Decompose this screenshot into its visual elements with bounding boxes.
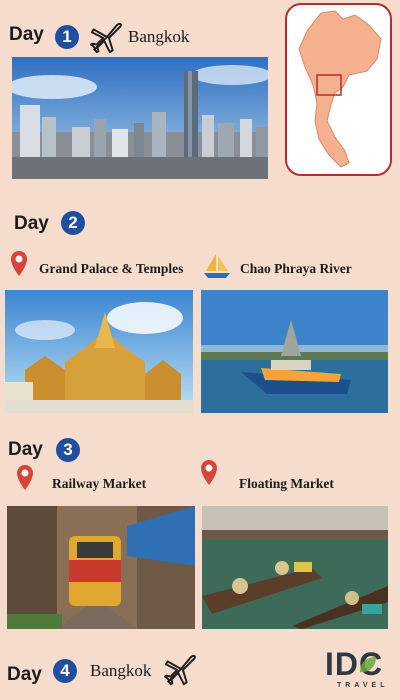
bangkok-skyline-photo — [12, 57, 268, 179]
logo-subtitle: TRAVEL — [337, 682, 389, 689]
railway-market-label: Railway Market — [52, 476, 147, 491]
grand-palace-label: Grand Palace & Temples — [39, 261, 184, 276]
airplane-icon — [88, 18, 126, 56]
day-4-city: Bangkok — [90, 661, 152, 680]
day-2-number-badge: 2 — [61, 211, 85, 235]
grand-palace-photo — [5, 290, 193, 413]
logo-leaf-icon — [360, 657, 376, 673]
day-1-city: Bangkok — [128, 27, 190, 46]
location-pin-icon — [10, 250, 28, 280]
day-4-label: Day — [7, 664, 42, 685]
day-3-label: Day — [8, 439, 43, 460]
day-1-number-badge: 1 — [55, 25, 79, 49]
idc-travel-logo: IDC TRAVEL — [323, 648, 395, 692]
day-4-number-badge: 4 — [53, 659, 77, 683]
day-3-number-badge: 3 — [56, 438, 80, 462]
airplane-icon — [162, 650, 200, 688]
sailboat-icon — [202, 251, 232, 281]
location-pin-icon — [200, 459, 218, 489]
floating-market-label: Floating Market — [239, 476, 334, 491]
day-1-label: Day — [9, 24, 44, 45]
thailand-map — [285, 3, 392, 176]
day-2-label: Day — [14, 213, 49, 234]
chao-phraya-label: Chao Phraya River — [240, 261, 352, 276]
railway-market-photo — [7, 506, 195, 629]
floating-market-photo — [202, 506, 388, 629]
chao-phraya-photo — [201, 290, 388, 413]
location-pin-icon — [16, 464, 34, 494]
